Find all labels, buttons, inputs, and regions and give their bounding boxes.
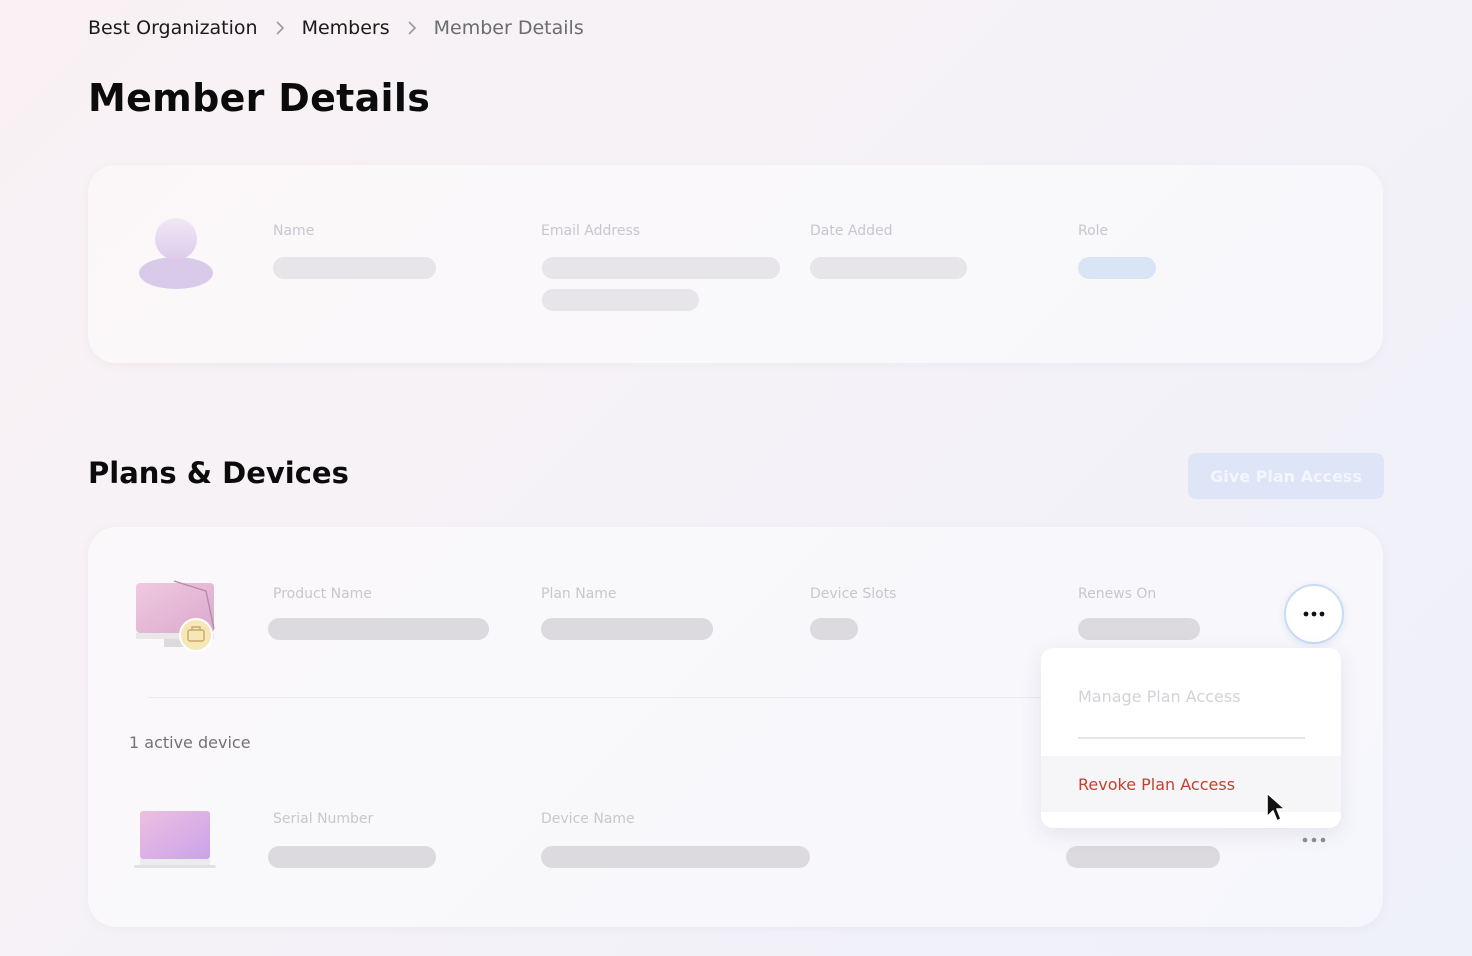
breadcrumb: Best Organization Members Member Details (88, 14, 584, 42)
breadcrumb-current: Member Details (433, 17, 584, 39)
product-name-label: Product Name (273, 586, 372, 602)
product-name-placeholder (268, 618, 489, 640)
plan-more-options-button[interactable] (1284, 584, 1344, 644)
row-divider (148, 697, 1048, 698)
breadcrumb-members[interactable]: Members (302, 17, 390, 39)
chevron-right-icon (258, 20, 302, 36)
device-more-options-icon[interactable] (1302, 836, 1326, 844)
name-label: Name (273, 223, 315, 239)
active-devices-count: 1 active device (129, 733, 251, 752)
desktop-plan-icon (136, 580, 215, 652)
mouse-pointer-icon (1266, 792, 1286, 822)
menu-divider (1078, 737, 1305, 739)
plan-name-placeholder (541, 618, 713, 640)
user-avatar-icon (139, 218, 213, 289)
date-added-label: Date Added (810, 223, 893, 239)
device-name-label: Device Name (541, 811, 635, 827)
chevron-right-icon (390, 20, 434, 36)
renews-on-placeholder (1078, 618, 1200, 640)
menu-item-manage-plan-access[interactable]: Manage Plan Access (1041, 674, 1341, 718)
role-badge (1078, 257, 1156, 279)
renews-on-label: Renews On (1078, 586, 1157, 602)
serial-number-label: Serial Number (273, 811, 374, 827)
plan-options-menu: Manage Plan Access Revoke Plan Access (1041, 648, 1341, 828)
more-horizontal-icon (1303, 611, 1325, 617)
menu-item-revoke-plan-access[interactable]: Revoke Plan Access (1041, 756, 1341, 812)
give-plan-access-button[interactable]: Give Plan Access (1188, 453, 1384, 499)
plans-devices-heading: Plans & Devices (88, 456, 349, 490)
device-date-placeholder (1066, 846, 1220, 868)
serial-number-placeholder (268, 846, 436, 868)
role-label: Role (1078, 223, 1109, 239)
date-added-placeholder (810, 257, 967, 279)
email-label: Email Address (541, 223, 641, 239)
email-placeholder-secondary (542, 289, 699, 311)
plan-name-label: Plan Name (541, 586, 617, 602)
breadcrumb-organization[interactable]: Best Organization (88, 17, 258, 39)
page-title: Member Details (88, 76, 431, 120)
name-placeholder (273, 257, 436, 279)
member-info-card: Name Email Address Date Added Role (88, 165, 1383, 363)
email-placeholder (542, 257, 780, 279)
device-slots-placeholder (810, 618, 858, 640)
laptop-device-icon (134, 811, 216, 868)
device-name-placeholder (541, 846, 810, 868)
device-slots-label: Device Slots (810, 586, 897, 602)
